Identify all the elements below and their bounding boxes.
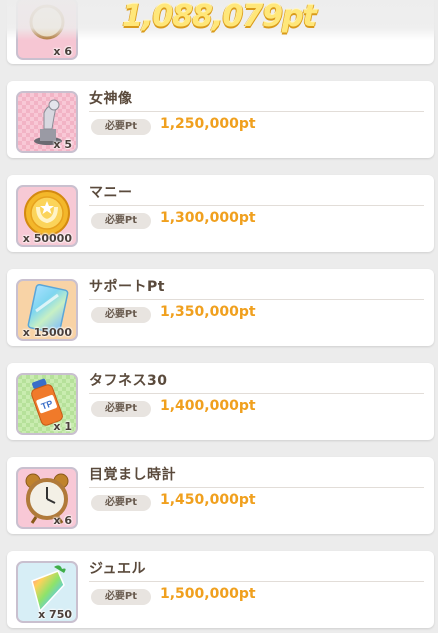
reward-card[interactable]: TP x 1 タフネス30 必要Pt 1,400,000pt (7, 363, 434, 440)
reward-thumbnail: x 15000 (16, 279, 78, 341)
reward-card[interactable]: x 6 目覚まし時計 必要Pt 1,450,000pt (7, 457, 434, 534)
required-pt-badge: 必要Pt (91, 495, 151, 511)
reward-cost: 1,250,000pt (160, 116, 256, 132)
reward-quantity: x 6 (53, 45, 72, 58)
owned-points: 1,088,079pt (122, 0, 317, 34)
reward-quantity: x 50000 (22, 232, 72, 245)
required-pt-badge: 必要Pt (91, 213, 151, 229)
reward-name: マニー (89, 185, 133, 201)
reward-quantity: x 750 (38, 608, 72, 621)
reward-cost: 1,300,000pt (160, 210, 256, 226)
reward-quantity: x 1 (53, 420, 72, 433)
reward-cost: 1,450,000pt (160, 492, 256, 508)
required-pt-badge: 必要Pt (91, 307, 151, 323)
divider (89, 205, 424, 206)
required-pt-badge: 必要Pt (91, 401, 151, 417)
reward-thumbnail: x 50000 (16, 185, 78, 247)
reward-list[interactable]: x 6 x 5 女神像 必要Pt 1,250,000pt x 50000 マニー… (0, 0, 438, 633)
reward-quantity: x 15000 (22, 326, 72, 339)
reward-quantity: x 5 (53, 138, 72, 151)
reward-thumbnail: TP x 1 (16, 373, 78, 435)
required-pt-badge: 必要Pt (91, 119, 151, 135)
required-pt-badge: 必要Pt (91, 589, 151, 605)
reward-card[interactable]: x 15000 サポートPt 必要Pt 1,350,000pt (7, 269, 434, 346)
reward-name: サポートPt (89, 279, 165, 295)
reward-thumbnail: x 5 (16, 91, 78, 153)
reward-thumbnail: x 6 (16, 467, 78, 529)
reward-name: タフネス30 (89, 373, 168, 389)
divider (89, 111, 424, 112)
reward-cost: 1,400,000pt (160, 398, 256, 414)
reward-card[interactable]: x 5 女神像 必要Pt 1,250,000pt (7, 81, 434, 158)
divider (89, 581, 424, 582)
divider (89, 487, 424, 488)
reward-cost: 1,500,000pt (160, 586, 256, 602)
reward-card[interactable]: x 50000 マニー 必要Pt 1,300,000pt (7, 175, 434, 252)
reward-name: ジュエル (89, 561, 147, 577)
reward-name: 目覚まし時計 (89, 467, 176, 483)
reward-name: 女神像 (89, 91, 133, 107)
reward-cost: 1,350,000pt (160, 304, 256, 320)
reward-thumbnail: x 750 (16, 561, 78, 623)
reward-quantity: x 6 (53, 514, 72, 527)
divider (89, 299, 424, 300)
divider (89, 393, 424, 394)
reward-card[interactable]: x 750 ジュエル 必要Pt 1,500,000pt (7, 551, 434, 628)
